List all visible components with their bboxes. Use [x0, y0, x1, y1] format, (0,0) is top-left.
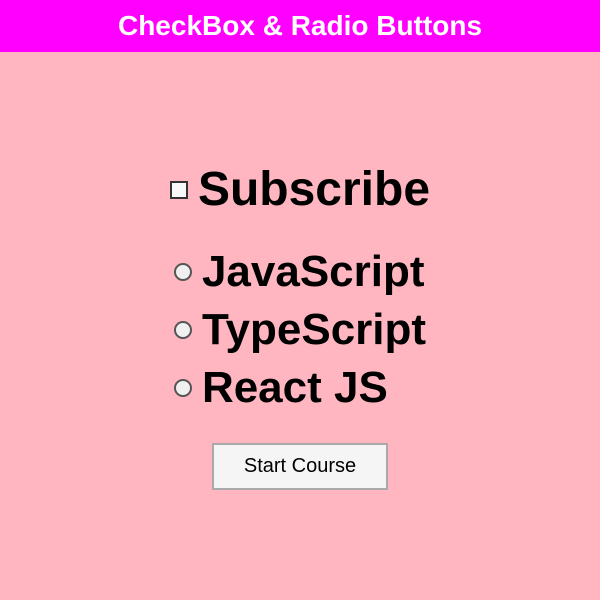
subscribe-row: Subscribe [170, 162, 430, 217]
main-content: Subscribe JavaScript TypeScript React JS… [0, 52, 600, 600]
radio-row-typescript: TypeScript [174, 305, 426, 355]
radio-label-typescript: TypeScript [202, 305, 426, 355]
header: CheckBox & Radio Buttons [0, 0, 600, 52]
start-course-button[interactable]: Start Course [212, 443, 388, 490]
radio-reactjs[interactable] [174, 379, 192, 397]
page-title: CheckBox & Radio Buttons [118, 10, 482, 42]
radio-row-javascript: JavaScript [174, 247, 426, 297]
radio-group: JavaScript TypeScript React JS [174, 247, 426, 413]
app-container: CheckBox & Radio Buttons Subscribe JavaS… [0, 0, 600, 600]
radio-javascript[interactable] [174, 263, 192, 281]
radio-label-javascript: JavaScript [202, 247, 425, 297]
subscribe-checkbox[interactable] [170, 181, 188, 199]
radio-label-reactjs: React JS [202, 363, 388, 413]
radio-typescript[interactable] [174, 321, 192, 339]
radio-row-reactjs: React JS [174, 363, 426, 413]
subscribe-label: Subscribe [198, 162, 430, 217]
